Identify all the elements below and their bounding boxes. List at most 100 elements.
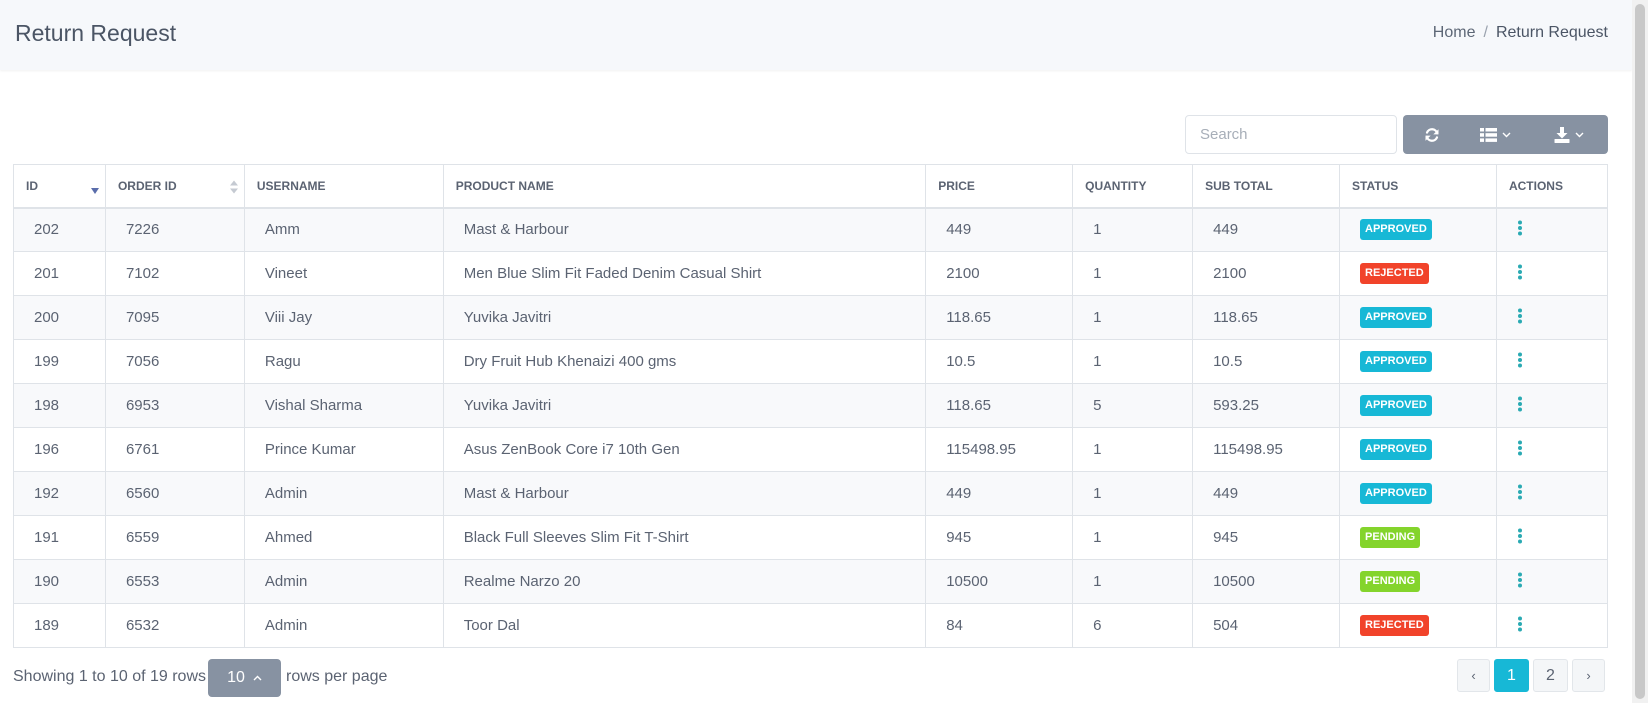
id-cell: 189 — [13, 603, 106, 648]
sub-total-cell: 449 — [1192, 471, 1341, 516]
price-cell: 449 — [925, 471, 1074, 516]
status-cell: APPROVED — [1339, 471, 1497, 516]
more-vertical-icon[interactable] — [1517, 220, 1523, 236]
quantity-cell: 1 — [1072, 471, 1194, 516]
order-id-cell: 6560 — [104, 471, 245, 516]
product-name-cell: Asus ZenBook Core i7 10th Gen — [442, 427, 927, 472]
column-header-label: ACTIONS — [1508, 178, 1563, 193]
column-header-id[interactable]: ID — [13, 164, 106, 209]
more-vertical-icon[interactable] — [1517, 616, 1523, 632]
more-vertical-icon[interactable] — [1517, 352, 1523, 368]
more-vertical-icon[interactable] — [1517, 484, 1523, 500]
quantity-cell: 5 — [1072, 383, 1194, 428]
username-cell: Ahmed — [243, 515, 444, 560]
actions-cell — [1495, 383, 1609, 428]
table-row: 199 7056 Ragu Dry Fruit Hub Khenaizi 400 gm… — [13, 339, 1609, 384]
download-icon — [1554, 126, 1569, 143]
column-header-label: PRICE — [938, 178, 975, 193]
pagination-page-1[interactable]: 1 — [1494, 659, 1529, 692]
more-vertical-icon[interactable] — [1517, 528, 1523, 544]
sub-total-cell: 115498.95 — [1192, 427, 1341, 472]
pagination: ‹ 1 2 › — [1457, 659, 1605, 692]
status-cell: APPROVED — [1339, 207, 1497, 252]
status-badge: APPROVED — [1360, 395, 1432, 416]
column-header-status: STATUS — [1339, 164, 1497, 209]
table-row: 202 7226 Amm Mast & Harbour 449 1 449 APPROVED — [13, 207, 1609, 252]
id-cell: 199 — [13, 339, 106, 384]
column-header-actions: ACTIONS — [1495, 164, 1609, 209]
pagination-prev-button[interactable]: ‹ — [1457, 659, 1490, 692]
sort-desc-icon — [90, 188, 99, 194]
more-vertical-icon[interactable] — [1517, 572, 1523, 588]
table-row: 198 6953 Vishal Sharma Yuvika Javitri 118.65… — [13, 383, 1609, 428]
columns-dropdown-button[interactable] — [1461, 115, 1529, 154]
status-badge: APPROVED — [1360, 307, 1432, 328]
sub-total-cell: 10500 — [1192, 559, 1341, 604]
actions-cell — [1495, 471, 1609, 516]
sort-both-icon — [229, 180, 238, 194]
export-dropdown-button[interactable] — [1529, 115, 1608, 154]
page-scrollbar[interactable] — [1632, 0, 1648, 703]
column-header-quantity: QUANTITY — [1072, 164, 1194, 209]
status-cell: APPROVED — [1339, 295, 1497, 340]
page-size-dropdown[interactable]: 10 — [208, 659, 281, 697]
quantity-cell: 1 — [1072, 251, 1194, 296]
price-cell: 2100 — [925, 251, 1074, 296]
sub-total-cell: 2100 — [1192, 251, 1341, 296]
order-id-cell: 7102 — [104, 251, 245, 296]
status-cell: APPROVED — [1339, 339, 1497, 384]
pagination-next-button[interactable]: › — [1572, 659, 1605, 692]
chevron-down-icon — [1575, 132, 1583, 137]
breadcrumb: Home / Return Request — [1433, 24, 1608, 42]
id-cell: 191 — [13, 515, 106, 560]
table-header: ID ORDER ID USERNAME PRODUCT NAME PRICE … — [13, 164, 1609, 209]
quantity-cell: 1 — [1072, 427, 1194, 472]
actions-cell — [1495, 339, 1609, 384]
more-vertical-icon[interactable] — [1517, 440, 1523, 456]
status-cell: APPROVED — [1339, 427, 1497, 472]
table-row: 189 6532 Admin Toor Dal 84 6 504 REJECTED — [13, 603, 1609, 648]
price-cell: 118.65 — [925, 295, 1074, 340]
column-header-label: ID — [26, 178, 38, 193]
sub-total-cell: 593.25 — [1192, 383, 1341, 428]
table-row: 196 6761 Prince Kumar Asus ZenBook Core i7 … — [13, 427, 1609, 472]
sub-total-cell: 945 — [1192, 515, 1341, 560]
order-id-cell: 6761 — [104, 427, 245, 472]
refresh-icon — [1425, 127, 1439, 142]
username-cell: Admin — [243, 471, 444, 516]
username-cell: Vineet — [243, 251, 444, 296]
quantity-cell: 1 — [1072, 559, 1194, 604]
status-cell: PENDING — [1339, 515, 1497, 560]
more-vertical-icon[interactable] — [1517, 264, 1523, 280]
order-id-cell: 6532 — [104, 603, 245, 648]
search-input[interactable] — [1185, 115, 1397, 154]
refresh-button[interactable] — [1403, 115, 1461, 154]
sub-total-cell: 10.5 — [1192, 339, 1341, 384]
more-vertical-icon[interactable] — [1517, 308, 1523, 324]
price-cell: 10500 — [925, 559, 1074, 604]
table-toolbar — [1403, 115, 1608, 154]
column-header-label: SUB TOTAL — [1205, 178, 1273, 193]
product-name-cell: Black Full Sleeves Slim Fit T-Shirt — [442, 515, 927, 560]
status-cell: REJECTED — [1339, 603, 1497, 648]
column-header-product-name: PRODUCT NAME — [442, 164, 927, 209]
column-header-label: PRODUCT NAME — [455, 178, 554, 193]
order-id-cell: 6953 — [104, 383, 245, 428]
quantity-cell: 1 — [1072, 207, 1194, 252]
column-header-order-id[interactable]: ORDER ID — [104, 164, 245, 209]
order-id-cell: 7056 — [104, 339, 245, 384]
page-scrollbar-thumb[interactable] — [1635, 4, 1645, 699]
column-header-label: USERNAME — [256, 178, 326, 193]
columns-icon — [1479, 127, 1497, 142]
product-name-cell: Men Blue Slim Fit Faded Denim Casual Shi… — [442, 251, 927, 296]
pagination-page-2[interactable]: 2 — [1533, 659, 1568, 692]
actions-cell — [1495, 427, 1609, 472]
breadcrumb-home-link[interactable]: Home — [1433, 24, 1476, 42]
page-header: Return Request Home / Return Request — [0, 0, 1632, 70]
status-cell: PENDING — [1339, 559, 1497, 604]
product-name-cell: Realme Narzo 20 — [442, 559, 927, 604]
id-cell: 190 — [13, 559, 106, 604]
product-name-cell: Mast & Harbour — [442, 471, 927, 516]
more-vertical-icon[interactable] — [1517, 396, 1523, 412]
column-header-price: PRICE — [925, 164, 1074, 209]
